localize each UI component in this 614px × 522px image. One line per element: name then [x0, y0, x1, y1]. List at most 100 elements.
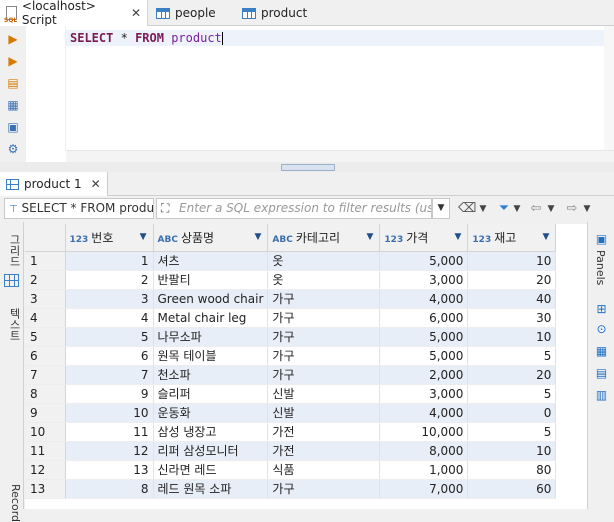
- id-cell[interactable]: 6: [65, 346, 154, 366]
- id-cell[interactable]: 7: [65, 365, 154, 385]
- stock-cell[interactable]: 40: [467, 289, 557, 309]
- table-row[interactable]: 1 1 셔츠 옷 5,000 10: [25, 251, 557, 271]
- id-cell[interactable]: 3: [65, 289, 154, 309]
- row-number-cell[interactable]: 13: [25, 479, 66, 499]
- sort-icon[interactable]: ▼: [367, 232, 374, 242]
- tab-text[interactable]: 텍스트: [2, 308, 22, 341]
- name-cell[interactable]: 슬리퍼: [153, 384, 269, 404]
- filter-input[interactable]: ⛶ Enter a SQL expression to filter resul…: [156, 198, 432, 219]
- sort-icon[interactable]: ▼: [140, 232, 147, 242]
- results-grid[interactable]: 123 번호 ▼ ABC 상품명 ▼ ABC 카테고리 ▼ 123 가격 ▼ 123 재고 ▼ 11…: [25, 224, 587, 509]
- funnel-icon[interactable]: ⏷: [496, 200, 512, 218]
- sort-icon[interactable]: ▼: [255, 232, 262, 242]
- id-cell[interactable]: 12: [65, 441, 154, 461]
- chevron-down-icon[interactable]: ▼: [582, 200, 592, 218]
- metadata-icon[interactable]: ▥: [594, 388, 609, 402]
- id-cell[interactable]: 13: [65, 460, 154, 480]
- name-cell[interactable]: 천소파: [153, 365, 269, 385]
- name-cell[interactable]: Green wood chair: [153, 289, 269, 309]
- table-row[interactable]: 11 12 리퍼 삼성모니터 가전 8,000 10: [25, 441, 557, 461]
- execute-script-icon[interactable]: ▤: [6, 76, 20, 90]
- row-number-cell[interactable]: 4: [25, 308, 66, 328]
- price-cell[interactable]: 5,000: [379, 251, 469, 271]
- name-cell[interactable]: 레드 원목 소파: [153, 479, 269, 499]
- eraser-icon[interactable]: ⌫: [458, 200, 476, 218]
- row-number-cell[interactable]: 11: [25, 441, 66, 461]
- tab-people[interactable]: people: [150, 0, 222, 26]
- table-row[interactable]: 12 13 신라면 레드 식품 1,000 80: [25, 460, 557, 480]
- table-row[interactable]: 7 7 천소파 가구 2,000 20: [25, 365, 557, 385]
- category-cell[interactable]: 신발: [267, 403, 381, 423]
- value-viewer-icon[interactable]: ⊞: [594, 302, 609, 316]
- row-number-cell[interactable]: 12: [25, 460, 66, 480]
- close-icon[interactable]: ✕: [131, 6, 141, 20]
- stock-cell[interactable]: 5: [467, 422, 557, 442]
- id-cell[interactable]: 5: [65, 327, 154, 347]
- price-cell[interactable]: 7,000: [379, 479, 469, 499]
- row-number-cell[interactable]: 7: [25, 365, 66, 385]
- category-cell[interactable]: 식품: [267, 460, 381, 480]
- category-cell[interactable]: 가구: [267, 479, 381, 499]
- panels-label[interactable]: Panels: [594, 250, 607, 285]
- table-row[interactable]: 2 2 반팔티 옷 3,000 20: [25, 270, 557, 290]
- close-icon[interactable]: ✕: [91, 177, 101, 191]
- chevron-down-icon[interactable]: ▼: [512, 200, 522, 218]
- category-cell[interactable]: 옷: [267, 251, 381, 271]
- column-header-stock[interactable]: 123 재고 ▼: [467, 224, 557, 252]
- sort-icon[interactable]: ▼: [543, 232, 550, 242]
- maximize-panel-button[interactable]: [281, 164, 335, 171]
- calculator-icon[interactable]: ⊙: [594, 322, 609, 336]
- editor-horizontal-scrollbar[interactable]: [66, 150, 614, 162]
- grid-view-icon[interactable]: [4, 274, 19, 287]
- category-cell[interactable]: 가구: [267, 327, 381, 347]
- name-cell[interactable]: 삼성 냉장고: [153, 422, 269, 442]
- chevron-down-icon[interactable]: ▼: [546, 200, 556, 218]
- name-cell[interactable]: 반팔티: [153, 270, 269, 290]
- price-cell[interactable]: 5,000: [379, 327, 469, 347]
- stock-cell[interactable]: 0: [467, 403, 557, 423]
- category-cell[interactable]: 가전: [267, 422, 381, 442]
- forward-arrow-icon[interactable]: ⇨: [564, 200, 580, 218]
- category-cell[interactable]: 가구: [267, 289, 381, 309]
- table-row[interactable]: 5 5 나무소파 가구 5,000 10: [25, 327, 557, 347]
- id-cell[interactable]: 11: [65, 422, 154, 442]
- price-cell[interactable]: 6,000: [379, 308, 469, 328]
- name-cell[interactable]: 운동화: [153, 403, 269, 423]
- column-header-price[interactable]: 123 가격 ▼: [379, 224, 469, 252]
- category-cell[interactable]: 신발: [267, 384, 381, 404]
- sort-icon[interactable]: ▼: [455, 232, 462, 242]
- price-cell[interactable]: 4,000: [379, 403, 469, 423]
- price-cell[interactable]: 5,000: [379, 346, 469, 366]
- stock-cell[interactable]: 5: [467, 346, 557, 366]
- editor-vertical-scrollbar[interactable]: [604, 26, 614, 150]
- tab-results-product-1[interactable]: product 1 ✕: [0, 172, 108, 196]
- sql-text[interactable]: SELECT * FROM product: [70, 31, 223, 45]
- price-cell[interactable]: 3,000: [379, 384, 469, 404]
- price-cell[interactable]: 2,000: [379, 365, 469, 385]
- query-label-box[interactable]: ⊤ SELECT * FROM produc: [4, 198, 154, 219]
- id-cell[interactable]: 10: [65, 403, 154, 423]
- row-number-cell[interactable]: 3: [25, 289, 66, 309]
- tab-grid[interactable]: 그리드: [2, 234, 22, 267]
- name-cell[interactable]: 원목 테이블: [153, 346, 269, 366]
- expand-icon[interactable]: ⛶: [161, 201, 169, 216]
- row-number-cell[interactable]: 8: [25, 384, 66, 404]
- table-row[interactable]: 4 4 Metal chair leg 가구 6,000 30: [25, 308, 557, 328]
- grouping-icon[interactable]: ▤: [594, 366, 609, 380]
- row-number-cell[interactable]: 10: [25, 422, 66, 442]
- table-row[interactable]: 6 6 원목 테이블 가구 5,000 5: [25, 346, 557, 366]
- row-number-cell[interactable]: 5: [25, 327, 66, 347]
- row-number-cell[interactable]: 9: [25, 403, 66, 423]
- name-cell[interactable]: 리퍼 삼성모니터: [153, 441, 269, 461]
- name-cell[interactable]: 나무소파: [153, 327, 269, 347]
- price-cell[interactable]: 4,000: [379, 289, 469, 309]
- stock-cell[interactable]: 20: [467, 365, 557, 385]
- id-cell[interactable]: 4: [65, 308, 154, 328]
- tab-product[interactable]: product: [236, 0, 313, 26]
- stock-cell[interactable]: 10: [467, 327, 557, 347]
- tab-record[interactable]: Record: [2, 484, 22, 522]
- table-row[interactable]: 3 3 Green wood chair 가구 4,000 40: [25, 289, 557, 309]
- execute-in-new-tab-icon[interactable]: ▶: [6, 54, 20, 68]
- filter-history-dropdown[interactable]: ▼: [432, 198, 450, 219]
- id-cell[interactable]: 1: [65, 251, 154, 271]
